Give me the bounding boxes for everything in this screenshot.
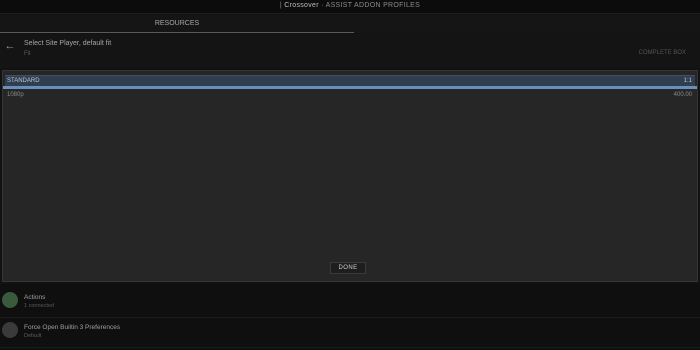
window-title: | Crossover · ASSIST ADDON PROFILES: [0, 2, 700, 9]
bottom-list: Actions 1 connected Force Open Builtin 3…: [0, 284, 700, 350]
back-arrow-icon[interactable]: ←: [3, 39, 17, 53]
done-button[interactable]: DONE: [330, 262, 366, 274]
list-item-label: 1080p: [7, 92, 24, 98]
app-icon: [2, 322, 18, 338]
title-suffix: · ASSIST ADDON PROFILES: [321, 2, 421, 9]
list-item-value: 400.00: [673, 92, 692, 98]
list-item-subtitle: Default: [24, 333, 42, 339]
app-window: | Crossover · ASSIST ADDON PROFILES RESO…: [0, 0, 700, 350]
list-item-1080p[interactable]: 1080p 400.00: [5, 90, 695, 101]
list-item[interactable]: Force Open Builtin 3 Preferences Default: [0, 318, 700, 348]
list-item-label: STANDARD: [7, 78, 40, 84]
title-bar: | Crossover · ASSIST ADDON PROFILES: [0, 0, 700, 14]
list-item-title: Actions: [24, 294, 46, 301]
list-item-subtitle: 1 connected: [24, 303, 54, 309]
dialog-title: Select Site Player, default fit: [24, 40, 112, 47]
tab-secondary[interactable]: [354, 15, 700, 33]
title-prefix: |: [279, 2, 283, 9]
title-main: Crossover: [284, 2, 319, 9]
list-item-title: Force Open Builtin 3 Preferences: [24, 324, 121, 331]
dialog-subtitle: Fit: [24, 51, 31, 57]
list-item-value: 1:1: [683, 78, 692, 84]
tab-resources[interactable]: RESOURCES: [0, 15, 354, 33]
list-item[interactable]: Actions 1 connected: [0, 288, 700, 318]
tab-strip: RESOURCES: [0, 15, 700, 33]
selection-divider: [3, 86, 697, 89]
dialog-header: ← Select Site Player, default fit Fit CO…: [0, 34, 700, 68]
dialog-action-button[interactable]: COMPLETE BOX: [639, 50, 686, 56]
options-list-panel: STANDARD 1:1 1080p 400.00: [2, 70, 698, 282]
list-item-standard[interactable]: STANDARD 1:1: [5, 75, 695, 86]
app-icon: [2, 292, 18, 308]
